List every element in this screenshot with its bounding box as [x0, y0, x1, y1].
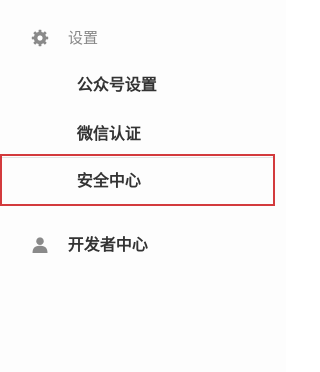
nav-item-label: 公众号设置	[77, 75, 158, 94]
developer-section-label: 开发者中心	[68, 235, 149, 254]
user-icon	[30, 235, 50, 255]
nav-item-wechat-verification[interactable]: 微信认证	[0, 119, 286, 149]
divider	[0, 157, 273, 158]
gear-icon	[30, 28, 50, 48]
settings-section-label: 设置	[68, 29, 99, 47]
settings-section-header[interactable]: 设置	[0, 23, 286, 53]
sidebar-nav: 设置 公众号设置 微信认证 安全中心 开发者中心	[0, 0, 286, 372]
nav-item-account-settings[interactable]: 公众号设置	[0, 70, 286, 100]
nav-item-security-center[interactable]: 安全中心	[0, 166, 286, 196]
nav-item-label: 微信认证	[77, 124, 142, 143]
nav-item-label: 安全中心	[77, 171, 142, 190]
developer-section-header[interactable]: 开发者中心	[0, 230, 286, 260]
